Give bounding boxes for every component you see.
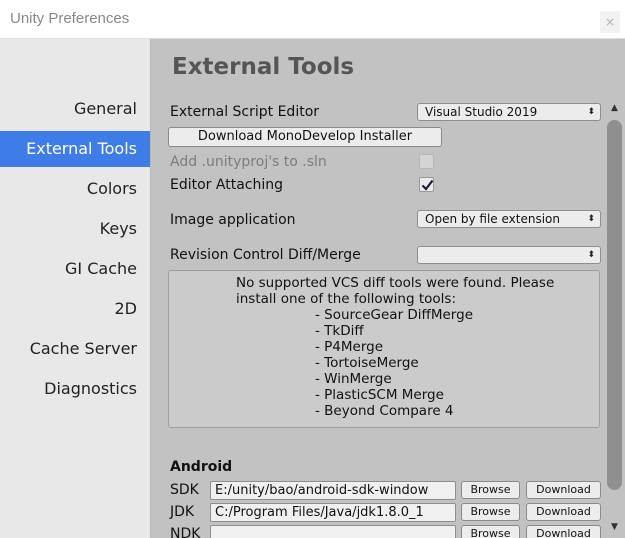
sidebar-item-gi-cache[interactable]: GI Cache [0, 251, 150, 287]
sidebar-item-colors[interactable]: Colors [0, 171, 150, 207]
script-editor-dropdown[interactable]: Visual Studio 2019 ⬍ [417, 103, 601, 121]
vertical-scrollbar[interactable]: ▲ ▼ [606, 103, 623, 538]
scroll-down-icon[interactable]: ▼ [608, 522, 621, 532]
vcs-tool-item: - WinMerge [315, 371, 392, 387]
script-editor-value: Visual Studio 2019 [425, 105, 538, 119]
jdk-browse-button[interactable]: Browse [461, 503, 520, 521]
jdk-label: JDK [170, 504, 195, 520]
title-bar: Unity Preferences × [0, 0, 625, 39]
ndk-path-field[interactable] [210, 525, 456, 538]
checkmark-icon [421, 179, 434, 191]
vcs-tool-item: - TortoiseMerge [315, 355, 419, 371]
sdk-path-field[interactable]: E:/unity/bao/android-sdk-window [210, 481, 456, 500]
ndk-browse-button[interactable]: Browse [461, 525, 520, 538]
sidebar-item-general[interactable]: General [0, 91, 150, 127]
vcs-tool-item: - TkDiff [315, 323, 364, 339]
vcs-info-line: No supported VCS diff tools were found. … [236, 275, 555, 291]
settings-panel: External Tools External Script Editor Vi… [151, 39, 625, 538]
jdk-path-field[interactable]: C:/Program Files/Java/jdk1.8.0_1 [210, 503, 456, 522]
revision-control-label: Revision Control Diff/Merge [170, 247, 361, 263]
download-monodevelop-button[interactable]: Download MonoDevelop Installer [168, 127, 442, 147]
android-heading: Android [170, 459, 233, 475]
image-application-value: Open by file extension [425, 212, 560, 226]
sidebar-item-external-tools[interactable]: External Tools [0, 131, 150, 167]
scroll-up-icon[interactable]: ▲ [608, 103, 621, 113]
ndk-download-button[interactable]: Download [526, 525, 601, 538]
sdk-label: SDK [170, 482, 199, 498]
revision-control-dropdown[interactable]: ⬍ [417, 246, 601, 264]
ndk-label: NDK [170, 526, 201, 538]
sidebar-item-keys[interactable]: Keys [0, 211, 150, 247]
dropdown-arrow-icon: ⬍ [587, 107, 595, 117]
vcs-tool-item: - P4Merge [315, 339, 384, 355]
vcs-tool-item: - SourceGear DiffMerge [315, 307, 473, 323]
vcs-tool-item: - Beyond Compare 4 [315, 403, 454, 419]
vcs-info-line: install one of the following tools: [236, 291, 456, 307]
preferences-window: Unity Preferences × General External Too… [0, 0, 625, 538]
dropdown-arrow-icon: ⬍ [587, 214, 595, 224]
sidebar-item-diagnostics[interactable]: Diagnostics [0, 371, 150, 407]
sidebar-item-cache-server[interactable]: Cache Server [0, 331, 150, 367]
script-editor-label: External Script Editor [170, 104, 320, 120]
scroll-thumb[interactable] [607, 120, 622, 490]
sidebar: General External Tools Colors Keys GI Ca… [0, 39, 151, 538]
dropdown-arrow-icon: ⬍ [587, 250, 595, 260]
sdk-download-button[interactable]: Download [526, 481, 601, 499]
editor-attaching-checkbox[interactable] [419, 177, 434, 192]
page-title: External Tools [172, 54, 355, 80]
vcs-info-box: No supported VCS diff tools were found. … [168, 270, 600, 428]
add-unityproj-label: Add .unityproj's to .sln [170, 154, 327, 170]
vcs-tool-item: - PlasticSCM Merge [315, 387, 444, 403]
editor-attaching-label: Editor Attaching [170, 177, 283, 193]
sidebar-item-2d[interactable]: 2D [0, 291, 150, 327]
image-application-dropdown[interactable]: Open by file extension ⬍ [417, 210, 601, 228]
image-application-label: Image application [170, 212, 296, 228]
jdk-download-button[interactable]: Download [526, 503, 601, 521]
window-title: Unity Preferences [10, 10, 130, 27]
close-icon[interactable]: × [600, 11, 620, 33]
add-unityproj-checkbox[interactable] [419, 154, 434, 169]
sdk-browse-button[interactable]: Browse [461, 481, 520, 499]
